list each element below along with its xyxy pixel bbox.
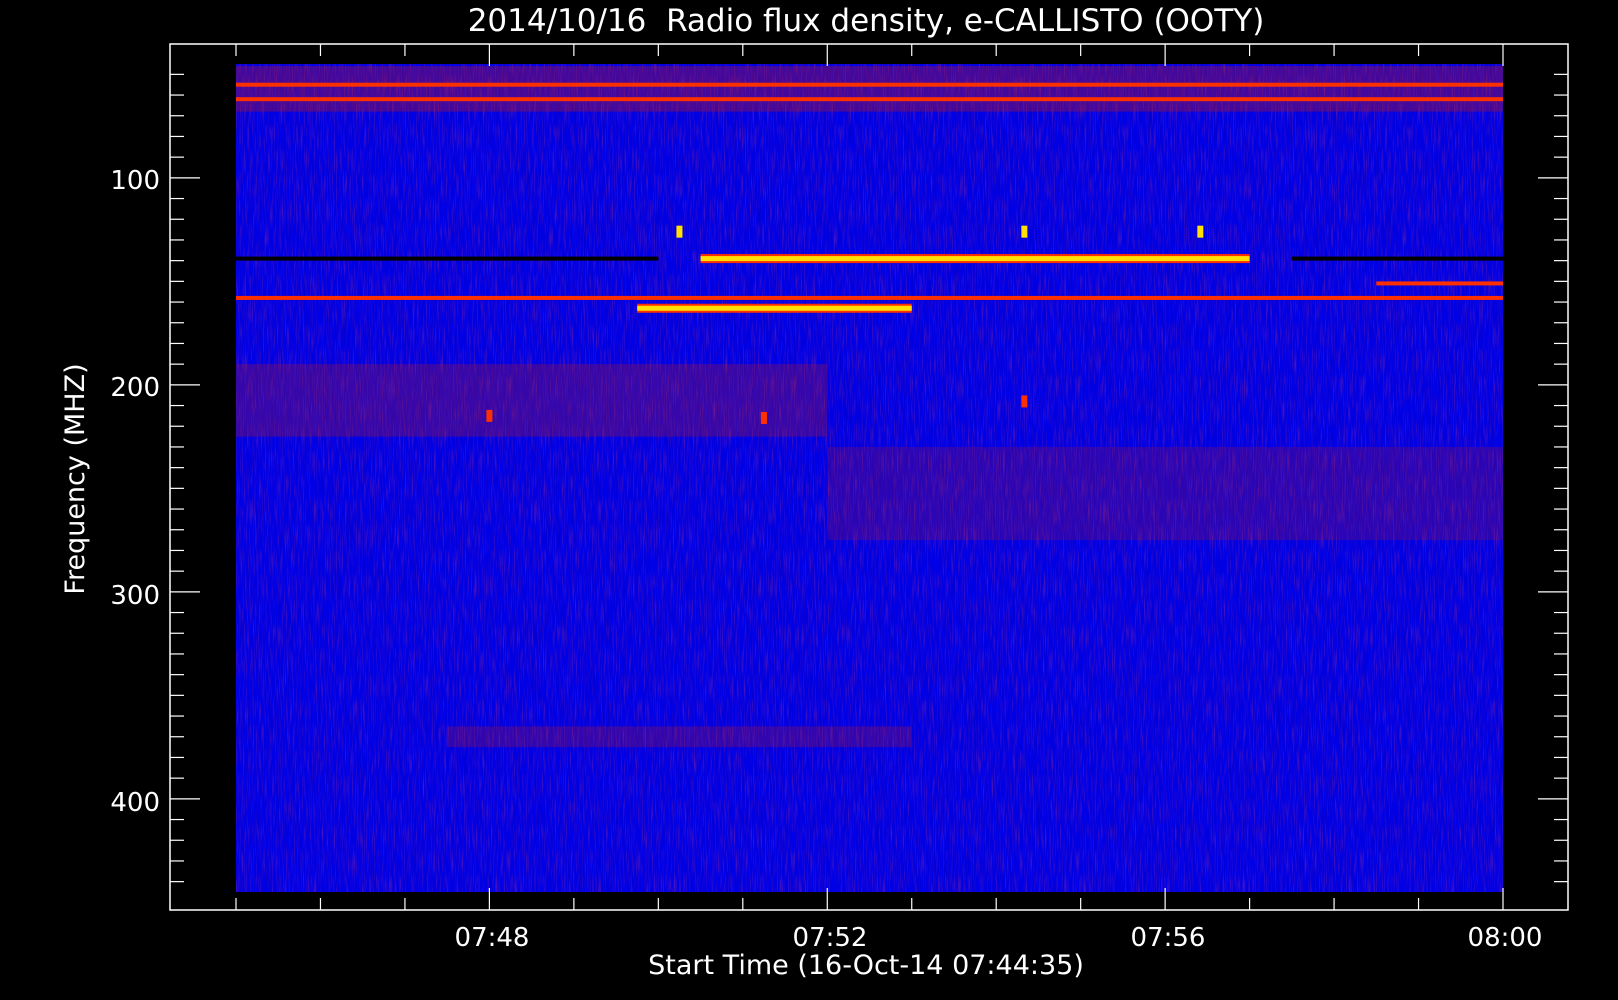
spectral-band-1 [700,256,1250,262]
spectral-band-2 [1291,256,1503,261]
y-tick-label-300: 300 [110,581,160,611]
spectrogram-image [236,64,1503,892]
x-tick-label-0748: 07:48 [455,923,530,953]
y-tick-label-200: 200 [110,373,160,403]
burst-spot-8 [486,409,493,422]
emission-region-2 [447,726,912,748]
y-axis-label: Frequency (MHZ) [60,363,91,594]
x-axis-label: Start Time (16-Oct-14 07:44:35) [648,950,1084,981]
spectral-band-5 [1376,281,1503,286]
spectral-band-3 [236,295,1503,300]
x-tick-label-0756: 07:56 [1131,923,1206,953]
y-tick-label-100: 100 [110,166,160,196]
x-tick-label-0752: 07:52 [793,923,868,953]
emission-region-3 [236,66,1503,112]
y-tick-label-400: 400 [110,788,160,818]
burst-spot-12 [1021,225,1028,238]
burst-spot-11 [676,225,683,238]
burst-spot-10 [1021,395,1028,408]
burst-spot-13 [1197,225,1204,238]
emission-region-0 [236,364,828,437]
spectral-band-0 [236,256,659,261]
spectrogram-figure: 2014/10/16 Radio flux density, e-CALLIST… [60,3,1569,981]
spectral-band-4 [637,305,912,311]
x-tick-label-0800: 08:00 [1468,923,1543,953]
emission-region-1 [827,446,1503,541]
spectral-band-6 [236,82,1503,87]
burst-spot-9 [760,411,767,424]
spectral-band-7 [236,97,1503,102]
chart-title: 2014/10/16 Radio flux density, e-CALLIST… [468,3,1265,39]
